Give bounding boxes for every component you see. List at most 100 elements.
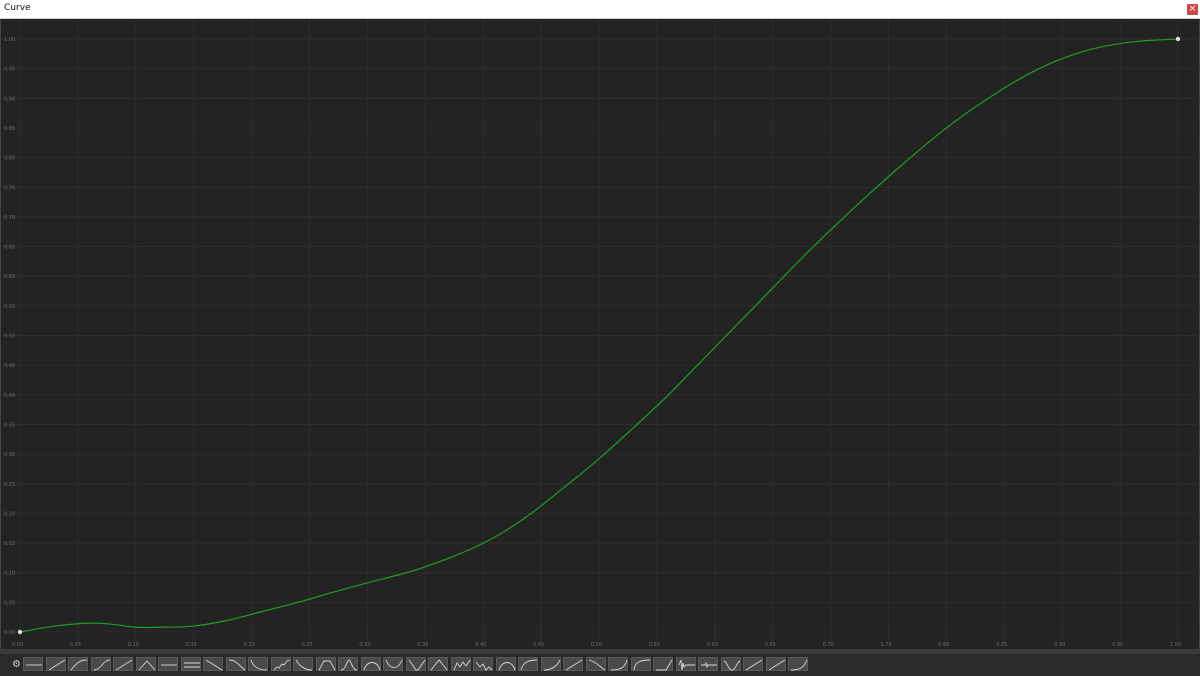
x-tick-label: 0.05 — [70, 642, 81, 648]
preset-curve-icon — [183, 662, 200, 668]
preset-curve-icon — [318, 660, 335, 671]
x-tick-label: 0.95 — [1112, 642, 1123, 648]
preset-flat-line-mid[interactable] — [158, 657, 178, 671]
preset-peak[interactable] — [135, 657, 156, 671]
y-tick-label: 0.30 — [4, 452, 15, 458]
key-handle-start[interactable] — [17, 629, 23, 635]
y-tick-label: 0.60 — [4, 274, 15, 280]
preset-curve-icon — [363, 662, 380, 671]
x-tick-label: 0.40 — [475, 642, 486, 648]
y-tick-label: 0.75 — [4, 185, 15, 191]
window-title: Curve — [4, 3, 31, 13]
x-tick-label: 0.65 — [765, 642, 776, 648]
x-tick-label: 0.30 — [359, 642, 370, 648]
preset-bar: ⚙ — [0, 654, 1200, 676]
x-tick-label: 0.60 — [707, 642, 718, 648]
preset-curve-icon — [565, 659, 583, 671]
x-tick-label: 1.00 — [1170, 642, 1181, 648]
preset-curve-icon — [26, 664, 42, 666]
key-handle-end[interactable] — [1175, 36, 1181, 42]
preset-curve-icon — [250, 659, 268, 671]
preset-ease-in-flat[interactable] — [653, 657, 673, 671]
y-tick-label: 1.00 — [4, 37, 15, 43]
preset-double-line[interactable] — [180, 657, 201, 671]
preset-ease-out-soft[interactable] — [518, 657, 538, 671]
preset-ease-in-down[interactable] — [225, 657, 246, 671]
preset-ease-out-down-steep[interactable] — [293, 657, 313, 671]
preset-flat-noise[interactable] — [698, 657, 718, 671]
preset-curve-icon — [723, 660, 740, 671]
x-tick-label: 0.20 — [244, 642, 255, 648]
preset-curve-icon — [656, 659, 673, 671]
preset-wobble-down[interactable] — [473, 657, 493, 671]
preset-ease-out[interactable] — [68, 657, 88, 671]
y-tick-label: 0.10 — [4, 571, 15, 577]
y-tick-label: 0.90 — [4, 96, 15, 102]
preset-wobble[interactable] — [450, 657, 471, 671]
preset-spike-noise[interactable] — [675, 657, 696, 671]
x-tick-label: 0.10 — [128, 642, 139, 648]
preset-ease-out-down[interactable] — [248, 657, 268, 671]
preset-linear-up[interactable] — [765, 657, 786, 671]
preset-curve-icon — [228, 659, 245, 671]
preset-ease-in-late[interactable] — [788, 657, 808, 671]
preset-ease-in-steep[interactable] — [608, 657, 628, 671]
preset-linear-soft[interactable] — [743, 657, 763, 671]
preset-ease-in-soft[interactable] — [540, 657, 561, 671]
preset-flat-line[interactable] — [23, 657, 43, 671]
title-bar: Curve × — [0, 0, 1200, 19]
preset-curve-icon — [520, 659, 538, 671]
y-tick-label: 0.35 — [4, 422, 15, 428]
preset-valley-narrow[interactable] — [405, 657, 426, 671]
x-tick-label: 0.50 — [591, 642, 602, 648]
y-tick-label: 0.00 — [4, 630, 15, 636]
preset-linear-alt[interactable] — [563, 657, 583, 671]
preset-curve-icon — [701, 661, 717, 669]
x-tick-label: 0.00 — [12, 642, 23, 648]
y-tick-label: 0.45 — [4, 363, 15, 369]
y-tick-label: 0.95 — [4, 67, 15, 73]
curve-chart[interactable]: 0.00 0.05 0.10 0.15 0.20 0.25 0.30 0.35 0.40 0.45… — [1, 19, 1200, 649]
preset-linear[interactable] — [45, 657, 66, 671]
preset-curve-icon — [385, 659, 403, 668]
x-tick-label: 0.45 — [533, 642, 544, 648]
preset-curve-icon — [340, 659, 358, 671]
preset-noise[interactable] — [270, 657, 291, 671]
preset-curve-icon — [161, 664, 177, 666]
preset-curve-icon — [678, 659, 695, 671]
preset-curve-icon — [610, 659, 628, 671]
y-tick-label: 0.65 — [4, 245, 15, 251]
x-tick-label: 0.25 — [302, 642, 313, 648]
preset-ease-in-down-soft[interactable] — [585, 657, 606, 671]
preset-curve-icon — [633, 659, 650, 671]
gear-icon[interactable]: ⚙ — [11, 659, 22, 670]
preset-peak-round[interactable] — [495, 657, 516, 671]
preset-linear-steep[interactable] — [113, 657, 133, 671]
preset-curve-icon — [745, 659, 763, 671]
x-tick-label: 0.85 — [996, 642, 1007, 648]
y-tick-label: 0.50 — [4, 334, 15, 340]
preset-curve-icon — [205, 659, 223, 671]
x-tick-label: 0.90 — [1054, 642, 1065, 648]
preset-curve-icon — [408, 659, 425, 671]
preset-linear-down[interactable] — [203, 657, 223, 671]
preset-wave[interactable] — [720, 657, 741, 671]
preset-curve-icon — [93, 659, 110, 671]
preset-spike[interactable] — [428, 657, 448, 671]
preset-ease-in-out[interactable] — [90, 657, 111, 671]
preset-bell-wide[interactable] — [360, 657, 381, 671]
preset-valley[interactable] — [383, 657, 403, 671]
preset-curve-icon — [588, 659, 605, 671]
preset-ease-out-steep[interactable] — [630, 657, 651, 671]
y-tick-label: 0.20 — [4, 511, 15, 517]
preset-curve-icon — [475, 661, 493, 671]
preset-curve-icon — [295, 659, 313, 671]
close-button[interactable]: × — [1187, 4, 1198, 15]
preset-bell-narrow[interactable] — [338, 657, 358, 671]
preset-curve-icon — [115, 659, 133, 671]
preset-bell[interactable] — [315, 657, 336, 671]
y-tick-label: 0.40 — [4, 393, 15, 399]
preset-curve-icon — [453, 659, 470, 671]
y-tick-label: 0.55 — [4, 304, 15, 310]
curve-graph[interactable]: 0.00 0.05 0.10 0.15 0.20 0.25 0.30 0.35 0.40 0.45… — [0, 19, 1200, 649]
